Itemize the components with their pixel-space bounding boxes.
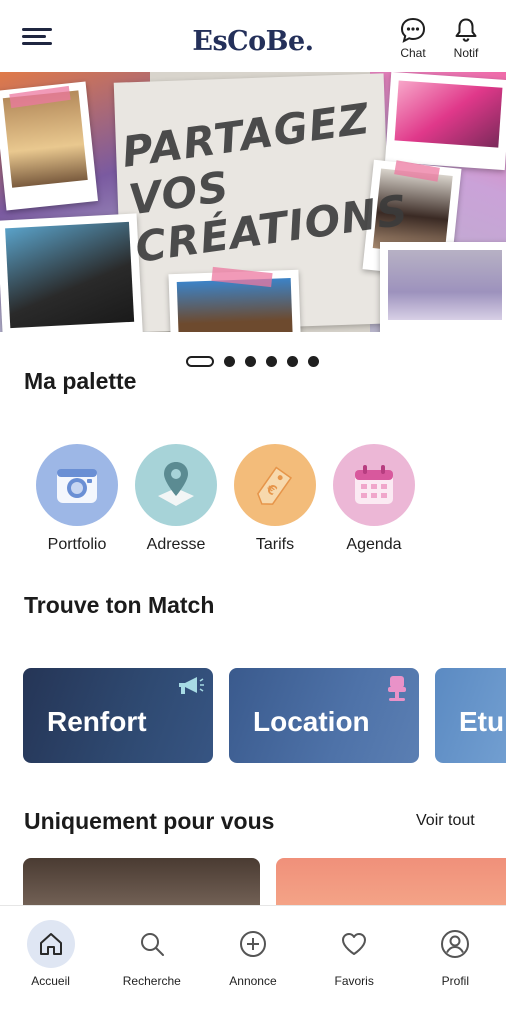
match-card-renfort[interactable]: Renfort xyxy=(23,668,213,763)
nav-item-annonce[interactable]: Annonce xyxy=(202,906,303,1024)
recommendation-card[interactable] xyxy=(23,858,260,908)
nav-label: Recherche xyxy=(122,974,181,988)
app-header: EsCoBe. Chat Notif xyxy=(0,0,506,72)
nav-label: Profil xyxy=(441,974,470,988)
nav-item-profil[interactable]: Profil xyxy=(405,906,506,1024)
carousel-dot[interactable] xyxy=(308,355,319,367)
match-card-etudiant[interactable]: Etu xyxy=(435,668,506,763)
chat-label: Chat xyxy=(400,46,426,60)
see-all-link[interactable]: Voir tout xyxy=(416,812,475,830)
recommendation-card[interactable] xyxy=(276,858,506,908)
nav-label: Favoris xyxy=(334,974,374,988)
banner-photo xyxy=(385,72,506,171)
calendar-icon xyxy=(333,444,415,526)
for-you-section-title: Uniquement pour vous xyxy=(24,808,275,834)
heart-icon xyxy=(330,920,378,968)
palette-item-portfolio[interactable]: Portfolio xyxy=(36,444,118,554)
palette-item-tarifs[interactable]: € Tarifs xyxy=(234,444,316,554)
carousel-dot[interactable] xyxy=(287,355,298,367)
price-tag-icon: € xyxy=(234,444,316,526)
chat-bubble-icon xyxy=(400,17,426,43)
match-card-label: Location xyxy=(253,706,370,737)
match-card-label: Etu xyxy=(459,706,505,737)
camera-icon xyxy=(36,444,118,526)
nav-label: Accueil xyxy=(31,974,70,988)
match-carousel[interactable]: Renfort Location Etu xyxy=(23,668,506,764)
palette-section-title: Ma palette xyxy=(24,368,137,394)
map-pin-icon xyxy=(135,444,217,526)
carousel-dot[interactable] xyxy=(224,355,235,367)
recommendations-carousel[interactable] xyxy=(23,858,506,908)
megaphone-icon xyxy=(179,677,204,694)
nav-item-accueil[interactable]: Accueil xyxy=(0,906,101,1024)
home-icon xyxy=(26,920,75,968)
match-section-title: Trouve ton Match xyxy=(24,592,215,618)
palette-item-label: Adresse xyxy=(146,536,206,553)
palette-item-label: Agenda xyxy=(346,536,402,553)
carousel-pagination xyxy=(186,355,319,367)
banner-photo xyxy=(0,213,144,332)
nav-item-recherche[interactable]: Recherche xyxy=(101,906,202,1024)
banner-photo xyxy=(380,242,506,332)
bottom-navigation: Accueil Recherche Annonce Favoris Profil xyxy=(0,905,506,1024)
palette-item-label: Tarifs xyxy=(255,536,295,553)
match-card-label: Renfort xyxy=(47,706,147,737)
salon-chair-icon xyxy=(388,676,406,701)
match-card-location[interactable]: Location xyxy=(229,668,419,763)
nav-label: Annonce xyxy=(229,974,277,988)
palette-item-agenda[interactable]: Agenda xyxy=(333,444,415,554)
carousel-dot[interactable] xyxy=(245,355,256,367)
user-icon xyxy=(431,920,479,968)
plus-circle-icon xyxy=(229,920,277,968)
bell-icon xyxy=(455,18,477,42)
notif-label: Notif xyxy=(453,46,479,60)
nav-item-favoris[interactable]: Favoris xyxy=(304,906,405,1024)
palette-shortcuts: Portfolio Adresse € Tarifs Agenda xyxy=(36,444,432,554)
carousel-dot-active[interactable] xyxy=(186,355,214,367)
notifications-button[interactable]: Notif xyxy=(446,16,486,60)
palette-item-label: Portfolio xyxy=(47,536,107,553)
promo-banner-carousel[interactable]: PARTAGEZ VOS CRÉATIONS xyxy=(0,72,506,332)
chat-button[interactable]: Chat xyxy=(393,16,433,60)
palette-item-adresse[interactable]: Adresse xyxy=(135,444,217,554)
carousel-dot[interactable] xyxy=(266,355,277,367)
search-icon xyxy=(128,920,176,968)
